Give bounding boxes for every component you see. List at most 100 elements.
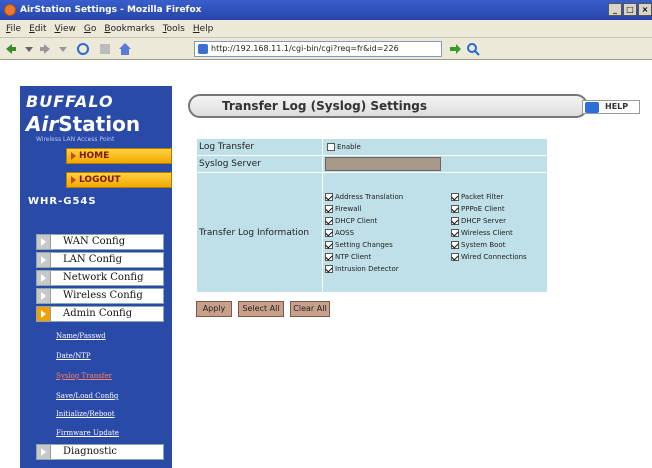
option-firewall[interactable]: Firewall bbox=[325, 203, 445, 215]
menu-go[interactable]: Go bbox=[84, 20, 97, 37]
option-label: NTP Client bbox=[335, 252, 372, 261]
submenu-initialize-reboot[interactable]: Initialize/Reboot bbox=[56, 410, 115, 418]
checkbox[interactable] bbox=[451, 192, 459, 201]
menu-item-lan-config[interactable]: LAN Config bbox=[36, 252, 164, 268]
home-button[interactable]: HOME bbox=[66, 148, 172, 164]
checkbox[interactable] bbox=[325, 240, 333, 249]
menu-file[interactable]: File bbox=[6, 20, 21, 37]
option-intrusion-detector[interactable]: Intrusion Detector bbox=[325, 263, 445, 275]
option-label: PPPoE Client bbox=[461, 204, 505, 213]
submenu-name-passwd[interactable]: Name/Passwd bbox=[56, 332, 106, 340]
go-icon[interactable] bbox=[448, 42, 462, 56]
option-packet-filter[interactable]: Packet Filter bbox=[451, 191, 547, 203]
menu-tools[interactable]: Tools bbox=[163, 20, 185, 37]
option-setting-changes[interactable]: Setting Changes bbox=[325, 239, 445, 251]
checkbox[interactable] bbox=[325, 216, 333, 225]
address-bar[interactable]: http://192.168.11.1/cgi-bin/cgi?req=fr&i… bbox=[194, 41, 442, 57]
buffalo-logo: BUFFALO bbox=[26, 92, 114, 111]
option-label: Wireless Client bbox=[461, 228, 513, 237]
option-label: System Boot bbox=[461, 240, 506, 249]
submenu-firmware-update[interactable]: Firmware Update bbox=[56, 429, 119, 437]
firefox-icon bbox=[4, 4, 16, 16]
submenu-date-ntp[interactable]: Date/NTP bbox=[56, 352, 91, 360]
checkbox[interactable] bbox=[451, 252, 459, 261]
help-button[interactable]: HELP bbox=[582, 100, 640, 114]
menu-item-label: WAN Config bbox=[63, 236, 126, 247]
menu-item-diagnostic[interactable]: Diagnostic bbox=[36, 444, 164, 460]
option-dhcp-client[interactable]: DHCP Client bbox=[325, 215, 445, 227]
home-button-label: HOME bbox=[79, 151, 110, 161]
maximize-button[interactable]: □ bbox=[623, 3, 637, 16]
chevron-right-icon bbox=[37, 289, 51, 303]
chevron-right-icon bbox=[37, 253, 51, 267]
option-label: Intrusion Detector bbox=[335, 264, 399, 273]
menu-bookmarks[interactable]: Bookmarks bbox=[104, 20, 154, 37]
option-ntp-client[interactable]: NTP Client bbox=[325, 251, 445, 263]
help-label: HELP bbox=[605, 102, 629, 111]
menu-item-label: Wireless Config bbox=[63, 290, 143, 301]
logout-button-label: LOGOUT bbox=[79, 175, 121, 185]
menu-item-wireless-config[interactable]: Wireless Config bbox=[36, 288, 164, 304]
syslog-server-cell bbox=[322, 155, 548, 173]
sidebar: BUFFALO AirStation Wireless LAN Access P… bbox=[20, 86, 172, 468]
checkbox[interactable] bbox=[325, 192, 333, 201]
checkbox[interactable] bbox=[325, 252, 333, 261]
apply-button[interactable]: Apply bbox=[196, 301, 232, 317]
clear-all-button[interactable]: Clear All bbox=[290, 301, 330, 317]
option-label: DHCP Server bbox=[461, 216, 506, 225]
checkbox[interactable] bbox=[325, 264, 333, 273]
option-aoss[interactable]: AOSS bbox=[325, 227, 445, 239]
submenu-syslog-transfer[interactable]: Syslog Transfer bbox=[56, 372, 112, 380]
syslog-server-input[interactable] bbox=[325, 157, 441, 171]
menu-edit[interactable]: Edit bbox=[29, 20, 46, 37]
checkbox[interactable] bbox=[451, 204, 459, 213]
back-dropdown-icon[interactable] bbox=[22, 42, 36, 56]
enable-option[interactable]: Enable bbox=[323, 143, 361, 151]
checkbox[interactable] bbox=[451, 228, 459, 237]
page-title: Transfer Log (Syslog) Settings bbox=[222, 99, 428, 113]
option-label: Setting Changes bbox=[335, 240, 393, 249]
menu-item-network-config[interactable]: Network Config bbox=[36, 270, 164, 286]
logout-button[interactable]: LOGOUT bbox=[66, 172, 172, 188]
menu-view[interactable]: View bbox=[55, 20, 76, 37]
menu-item-wan-config[interactable]: WAN Config bbox=[36, 234, 164, 250]
option-pppoe-client[interactable]: PPPoE Client bbox=[451, 203, 547, 215]
option-address-translation[interactable]: Address Translation bbox=[325, 191, 445, 203]
window-title-bar: AirStation Settings - Mozilla Firefox _ … bbox=[0, 0, 652, 20]
minimize-button[interactable]: _ bbox=[608, 3, 622, 16]
option-dhcp-server[interactable]: DHCP Server bbox=[451, 215, 547, 227]
model-name: WHR-G54S bbox=[28, 196, 97, 207]
select-all-button[interactable]: Select All bbox=[238, 301, 284, 317]
back-icon[interactable] bbox=[4, 42, 18, 56]
checkbox[interactable] bbox=[325, 204, 333, 213]
help-icon bbox=[585, 102, 599, 113]
submenu-save-load-config[interactable]: Save/Load Config bbox=[56, 392, 118, 400]
checkbox[interactable] bbox=[451, 240, 459, 249]
checkbox[interactable] bbox=[325, 228, 333, 237]
checkbox[interactable] bbox=[451, 216, 459, 225]
logo-air: Air bbox=[26, 112, 59, 136]
brand-tagline: Wireless LAN Access Point bbox=[36, 136, 115, 143]
close-button[interactable]: × bbox=[638, 3, 652, 16]
chevron-right-icon bbox=[37, 445, 51, 459]
options-right-column: Packet Filter PPPoE Client DHCP Server W… bbox=[451, 191, 547, 275]
search-icon[interactable] bbox=[466, 42, 480, 56]
airstation-logo: AirStation bbox=[26, 112, 140, 136]
menu-item-label: Network Config bbox=[63, 272, 144, 283]
stop-icon[interactable] bbox=[98, 42, 112, 56]
page-icon bbox=[198, 44, 208, 54]
reload-icon[interactable] bbox=[76, 42, 90, 56]
option-wired-connections[interactable]: Wired Connections bbox=[451, 251, 547, 263]
menu-help[interactable]: Help bbox=[193, 20, 214, 37]
log-transfer-label: Log Transfer bbox=[196, 138, 323, 156]
option-system-boot[interactable]: System Boot bbox=[451, 239, 547, 251]
option-label: Firewall bbox=[335, 204, 362, 213]
enable-checkbox[interactable] bbox=[327, 143, 335, 151]
option-wireless-client[interactable]: Wireless Client bbox=[451, 227, 547, 239]
home-icon[interactable] bbox=[118, 42, 132, 56]
log-transfer-cell: Enable bbox=[322, 138, 548, 156]
forward-dropdown-icon[interactable] bbox=[56, 42, 70, 56]
syslog-server-label: Syslog Server bbox=[196, 155, 323, 173]
forward-icon[interactable] bbox=[38, 42, 52, 56]
menu-item-admin-config[interactable]: Admin Config bbox=[36, 306, 164, 322]
